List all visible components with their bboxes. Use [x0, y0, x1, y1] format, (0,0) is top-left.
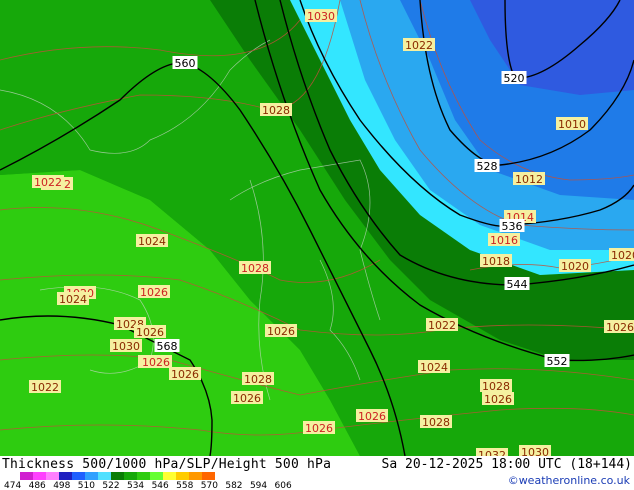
isobar-label: 1028: [482, 380, 510, 393]
scale-value: 594: [249, 481, 268, 490]
thickness-map: 1030102210281022102410281020102410261028…: [0, 0, 634, 456]
isobar-label: 1022: [31, 381, 59, 394]
thickness-label: 528: [477, 160, 498, 173]
isobar-label: 1022: [405, 39, 433, 52]
isobar-label: 1010: [558, 118, 586, 131]
scale-swatch: [137, 472, 150, 480]
thickness-label: 560: [175, 57, 196, 70]
scale-value: 486: [28, 481, 46, 490]
scale-swatch: [59, 472, 72, 480]
scale-swatch: [202, 472, 215, 480]
isobar-label: 1022: [428, 319, 456, 332]
thickness-label: 552: [547, 355, 568, 368]
scale-value: 534: [126, 481, 145, 490]
scale-swatch: [85, 472, 98, 480]
map-footer: Thickness 500/1000 hPa/SLP/Height 500 hP…: [0, 456, 634, 490]
map-title: Thickness 500/1000 hPa/SLP/Height 500 hP…: [2, 457, 332, 472]
scale-value: 546: [151, 481, 169, 490]
scale-value: 498: [53, 481, 71, 490]
scale-swatch: [20, 472, 33, 480]
isobar-label: 1026: [305, 422, 333, 435]
isobar-label: 1022: [34, 176, 62, 189]
isobar-label: 1020: [611, 249, 634, 262]
isobar-label: 1026: [140, 286, 168, 299]
credit-link[interactable]: ©weatheronline.co.uk: [508, 474, 630, 487]
scale-value: 582: [225, 481, 243, 490]
scale-value: 510: [77, 481, 95, 490]
scale-swatch: [98, 472, 111, 480]
isobar-label: 1026: [484, 393, 512, 406]
isobar-label: 1024: [138, 235, 166, 248]
isobar-label: 1026: [171, 368, 199, 381]
scale-swatch: [72, 472, 85, 480]
color-scale-bar: [20, 472, 215, 480]
scale-swatch: [124, 472, 137, 480]
isobar-label: 1028: [422, 416, 450, 429]
scale-swatch: [150, 472, 163, 480]
isobar-label: 1026: [142, 356, 170, 369]
isobar-label: 1016: [490, 234, 518, 247]
scale-swatch: [163, 472, 176, 480]
isobar-label: 1026: [267, 325, 295, 338]
isobar-label: 1028: [262, 104, 290, 117]
isobar-label: 1030: [307, 10, 335, 23]
color-scale-labels: 474 486 498 510 522 534 546 558 570 582 594 606: [4, 481, 299, 490]
scale-value: 606: [274, 481, 292, 490]
thickness-label: 568: [157, 340, 178, 353]
thickness-label: 520: [504, 72, 525, 85]
scale-value: 474: [4, 481, 22, 490]
scale-value: 570: [200, 481, 218, 490]
isobar-label: 1020: [561, 260, 589, 273]
scale-value: 558: [176, 481, 194, 490]
isobar-label: 1026: [606, 321, 634, 334]
scale-swatch: [189, 472, 202, 480]
map-datetime: Sa 20-12-2025 18:00 UTC (18+144): [381, 457, 632, 472]
scale-swatch: [111, 472, 124, 480]
isobar-label: 1024: [420, 361, 448, 374]
isobar-label: 1030: [112, 340, 140, 353]
isobar-label: 1030: [521, 446, 549, 456]
scale-swatch: [33, 472, 46, 480]
isobar-label: 1024: [59, 293, 87, 306]
scale-swatch: [176, 472, 189, 480]
isobar-label: 1018: [482, 255, 510, 268]
weather-map-frame: 1030102210281022102410281020102410261028…: [0, 0, 634, 490]
isobar-label: 1028: [244, 373, 272, 386]
isobar-label: 1012: [515, 173, 543, 186]
isobar-label: 1032: [478, 449, 506, 456]
isobar-label: 1026: [136, 326, 164, 339]
thickness-label: 544: [507, 278, 528, 291]
isobar-label: 1028: [241, 262, 269, 275]
isobar-label: 1026: [233, 392, 261, 405]
isobar-label: 1026: [358, 410, 386, 423]
scale-swatch: [46, 472, 59, 480]
thickness-label: 536: [502, 220, 523, 233]
scale-value: 522: [102, 481, 120, 490]
